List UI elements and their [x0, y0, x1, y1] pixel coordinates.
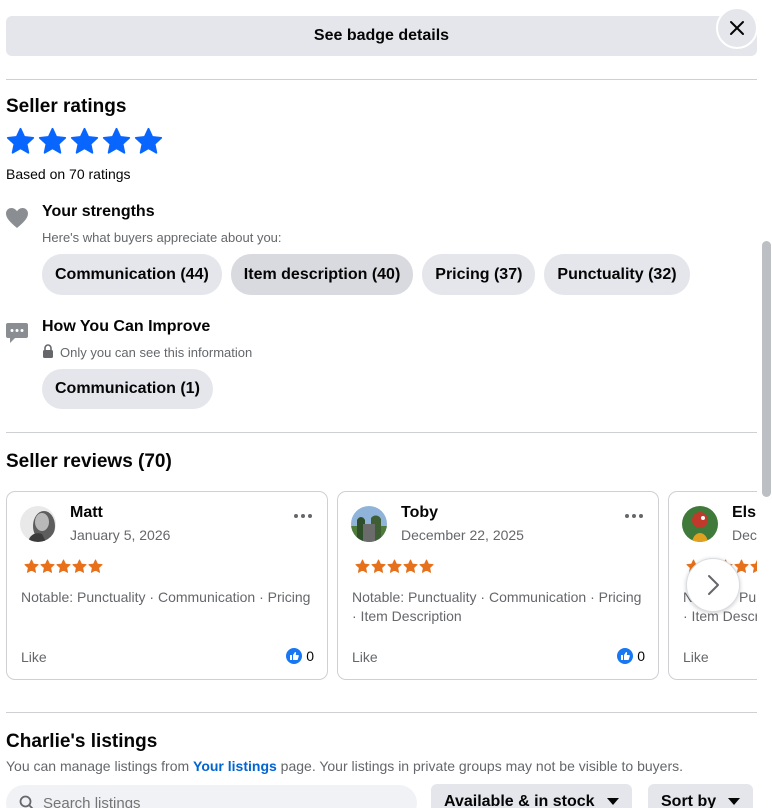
thumbs-up-icon [617, 648, 634, 664]
star-icon [24, 559, 39, 573]
reviewer-name[interactable]: Elsb [732, 504, 757, 522]
avatar[interactable] [682, 506, 718, 542]
star-icon [70, 127, 99, 154]
more-options-icon[interactable] [294, 514, 312, 518]
seller-reviews-title: Seller reviews (70) [6, 451, 172, 472]
like-count: 0 [286, 648, 314, 664]
like-count-value: 0 [637, 648, 645, 664]
next-review-button[interactable] [686, 558, 740, 612]
sort-by-label: Sort by [661, 793, 717, 808]
listings-desc-before: You can manage listings from [6, 758, 194, 774]
review-date: December 22, 2025 [401, 527, 524, 543]
review-stars [355, 559, 434, 574]
seller-rating-stars [6, 127, 163, 156]
review-notable: Notable: Punctuality · Communication · P… [21, 589, 311, 605]
chip-communication-improve[interactable]: Communication (1) [42, 369, 213, 409]
star-icon [72, 559, 87, 573]
chip-pricing[interactable]: Pricing (37) [422, 254, 536, 295]
star-icon [419, 559, 434, 573]
caret-down-icon [728, 798, 741, 805]
star-icon [403, 559, 418, 573]
review-date: January 5, 2026 [70, 527, 171, 543]
listings-desc-after: page. Your listings in private groups ma… [276, 758, 684, 774]
seller-ratings-title: Seller ratings [6, 96, 127, 117]
close-icon [730, 21, 744, 35]
sort-by-dropdown[interactable]: Sort by [648, 784, 754, 808]
avatar[interactable] [351, 506, 387, 542]
listings-description: You can manage listings from Your listin… [6, 758, 683, 774]
strengths-subtitle: Here's what buyers appreciate about you: [42, 230, 282, 245]
close-button[interactable] [716, 7, 758, 49]
star-icon [371, 559, 386, 573]
divider [6, 79, 757, 80]
more-options-icon[interactable] [625, 514, 643, 518]
star-icon [56, 559, 71, 573]
divider [6, 432, 757, 433]
heart-icon [6, 208, 28, 228]
chip-communication[interactable]: Communication (44) [42, 254, 222, 295]
star-icon [38, 127, 67, 154]
like-button[interactable]: Like [21, 649, 47, 665]
avatar[interactable] [20, 506, 56, 542]
review-card: Matt January 5, 2026 Notable: Punctualit… [6, 491, 328, 680]
like-button[interactable]: Like [683, 649, 709, 665]
divider [6, 712, 757, 713]
star-icon [6, 127, 35, 154]
ratings-count: Based on 70 ratings [6, 166, 131, 182]
star-icon [134, 127, 163, 154]
improve-note: Only you can see this information [60, 345, 253, 360]
chat-bubble-icon [6, 323, 28, 343]
improve-title: How You Can Improve [42, 318, 211, 335]
lock-icon [43, 344, 53, 358]
review-stars [24, 559, 103, 574]
star-icon [40, 559, 55, 573]
reviewer-name[interactable]: Toby [401, 504, 438, 522]
search-icon [19, 795, 34, 808]
review-card: Toby December 22, 2025 Notable: Punctual… [337, 491, 659, 680]
search-listings-box[interactable] [6, 785, 417, 808]
star-icon [102, 127, 131, 154]
your-listings-link[interactable]: Your listings [193, 758, 277, 774]
availability-filter-label: Available & in stock [444, 793, 595, 808]
chevron-right-icon [708, 575, 719, 595]
star-icon [88, 559, 103, 573]
reviews-carousel: Matt January 5, 2026 Notable: Punctualit… [6, 491, 757, 681]
thumbs-up-icon [286, 648, 303, 664]
improve-chips: Communication (1) [42, 369, 213, 409]
strengths-chips: Communication (44) Item description (40)… [42, 254, 690, 295]
strengths-title: Your strengths [42, 203, 155, 220]
like-button[interactable]: Like [352, 649, 378, 665]
chip-punctuality[interactable]: Punctuality (32) [544, 254, 690, 295]
availability-filter-dropdown[interactable]: Available & in stock [431, 784, 632, 808]
reviewer-name[interactable]: Matt [70, 504, 103, 522]
see-badge-details-button[interactable]: See badge details [6, 16, 757, 56]
star-icon [750, 559, 757, 573]
like-count-value: 0 [306, 648, 314, 664]
search-input[interactable] [43, 794, 383, 808]
review-date: Dec [732, 527, 757, 543]
chip-item-description[interactable]: Item description (40) [230, 254, 414, 295]
listings-title: Charlie's listings [6, 731, 158, 752]
star-icon [355, 559, 370, 573]
caret-down-icon [606, 798, 619, 805]
like-count: 0 [617, 648, 645, 664]
review-notable: Notable: Punctuality · Communication · P… [352, 589, 642, 624]
scrollbar[interactable] [762, 241, 771, 497]
star-icon [387, 559, 402, 573]
